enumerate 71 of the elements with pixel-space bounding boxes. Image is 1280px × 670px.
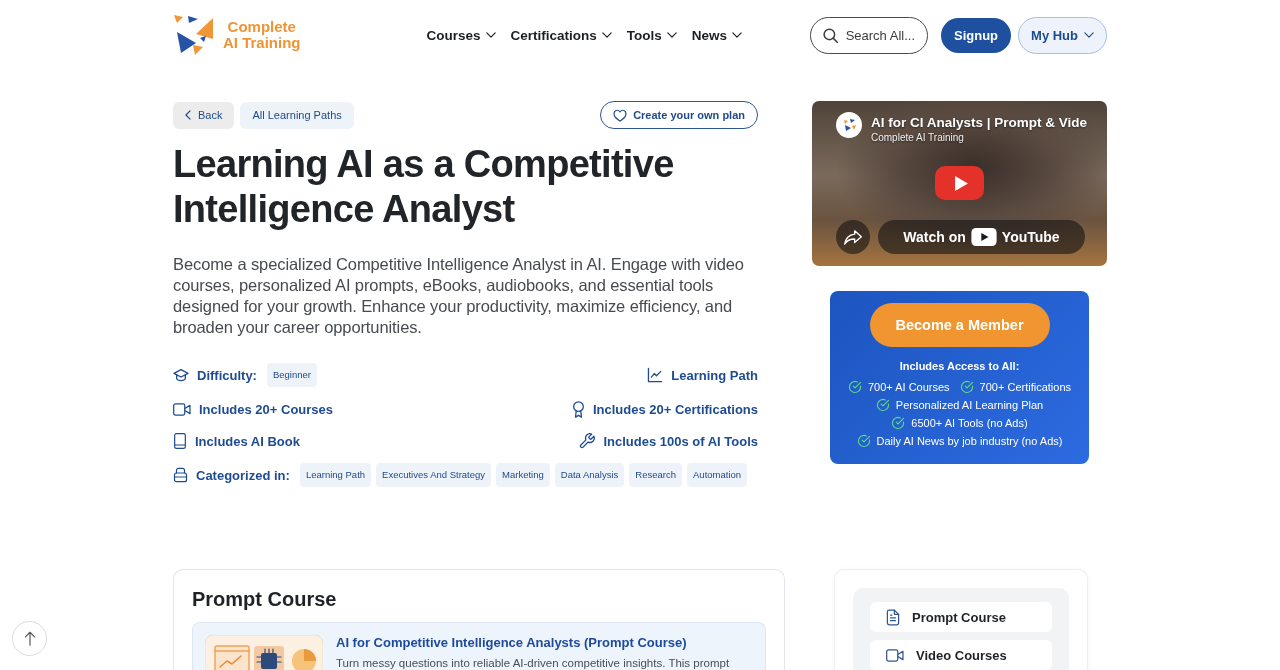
chevron-down-icon	[1084, 32, 1094, 38]
video-camera-icon	[886, 648, 904, 662]
book-label: Includes AI Book	[195, 433, 300, 449]
triangles-logo-icon	[173, 15, 213, 55]
signup-button[interactable]: Signup	[941, 17, 1012, 53]
access-heading: Includes Access to All:	[899, 359, 1020, 373]
award-ribbon-icon	[571, 400, 585, 418]
line-chart-icon	[647, 367, 664, 383]
check-circle-icon	[856, 434, 871, 448]
category-tag[interactable]: Research	[629, 463, 682, 487]
page-title: Learning AI as a Competitive Intelligence Analyst	[173, 142, 675, 232]
difficulty-label: Difficulty:	[197, 367, 257, 383]
page-description: Become a specialized Competitive Intelligence Analyst in AI. Engage with video courses, personalized AI prompts, eBooks, audiobooks, and essential tools designed for your growth. Enhance your productivity, maximize efficiency, and broaden your career opportunities.	[173, 254, 745, 338]
play-button[interactable]	[935, 166, 984, 200]
chevron-down-icon	[601, 32, 612, 38]
wrench-icon	[579, 433, 596, 449]
channel-name: Complete AI Training	[871, 132, 965, 143]
categories-label: Categorized in:	[196, 467, 290, 483]
feature-label: 700+ AI Courses	[867, 380, 950, 394]
section-title: Prompt Course	[192, 587, 338, 611]
channel-logo-icon	[836, 112, 862, 138]
tools-count-label: Includes 100s of AI Tools	[603, 433, 758, 449]
nav-menu-item[interactable]: Certifications	[510, 25, 612, 45]
category-tag[interactable]: Automation	[687, 463, 748, 487]
course-nav-item[interactable]: Video Courses	[870, 640, 1052, 670]
video-title[interactable]: AI for CI Analysts | Prompt & Vide	[871, 115, 1088, 130]
chevron-down-icon	[485, 32, 496, 38]
category-tag[interactable]: Learning Path	[299, 463, 372, 487]
chevron-down-icon	[732, 32, 743, 38]
feature-label: 700+ Certifications	[979, 380, 1072, 394]
watch-on-platform-button[interactable]: Watch on YouTube	[878, 220, 1085, 254]
feature-label: 6500+ AI Tools (no Ads)	[911, 416, 1028, 430]
learning-path-label: Learning Path	[671, 367, 758, 383]
chevron-down-icon	[666, 32, 677, 38]
document-icon	[886, 608, 900, 626]
back-button[interactable]: Back	[173, 101, 235, 129]
category-tag[interactable]: Executives And Strategy	[376, 463, 492, 487]
create-plan-button[interactable]: Create your own plan	[600, 101, 758, 129]
check-circle-icon	[891, 416, 906, 430]
arrow-up-icon	[23, 631, 36, 646]
search-button[interactable]: Search All...	[809, 16, 928, 54]
category-tag[interactable]: Data Analysis	[554, 463, 625, 487]
my-hub-button[interactable]: My Hub	[1018, 16, 1107, 54]
check-circle-icon	[875, 398, 890, 412]
check-circle-icon	[847, 380, 862, 394]
difficulty-badge: Beginner	[266, 363, 317, 387]
course-title-link[interactable]: AI for Competitive Intelligence Analysts (Prompt Course)	[336, 635, 730, 651]
video-camera-icon	[173, 402, 191, 416]
archive-box-icon	[173, 467, 188, 483]
check-circle-icon	[959, 380, 974, 394]
play-icon	[954, 175, 968, 191]
feature-label: Daily AI News by job industry (no Ads)	[876, 434, 1063, 448]
share-button[interactable]	[836, 220, 870, 254]
courses-count-label: Includes 20+ Courses	[199, 401, 334, 417]
back-to-top-button[interactable]	[12, 621, 47, 656]
feature-label: Personalized AI Learning Plan	[895, 398, 1044, 412]
course-nav-item[interactable]: Prompt Course	[870, 602, 1052, 632]
heart-icon	[613, 108, 628, 122]
category-tag[interactable]: Marketing	[496, 463, 550, 487]
nav-menu-item[interactable]: Courses	[426, 25, 496, 45]
course-description: Turn messy questions into reliable AI-driven competitive insights. This prompt	[336, 656, 730, 670]
all-paths-button[interactable]: All Learning Paths	[240, 101, 354, 129]
search-icon	[822, 27, 838, 43]
graduation-cap-icon	[173, 368, 189, 382]
book-icon	[173, 433, 187, 449]
video-platform-logo-icon	[970, 228, 997, 246]
certifications-count-label: Includes 20+ Certifications	[592, 401, 758, 417]
nav-menu-item[interactable]: News	[691, 25, 743, 45]
chevron-left-icon	[185, 110, 191, 120]
nav-menu-item[interactable]: Tools	[626, 25, 677, 45]
share-arrow-icon	[843, 228, 863, 246]
